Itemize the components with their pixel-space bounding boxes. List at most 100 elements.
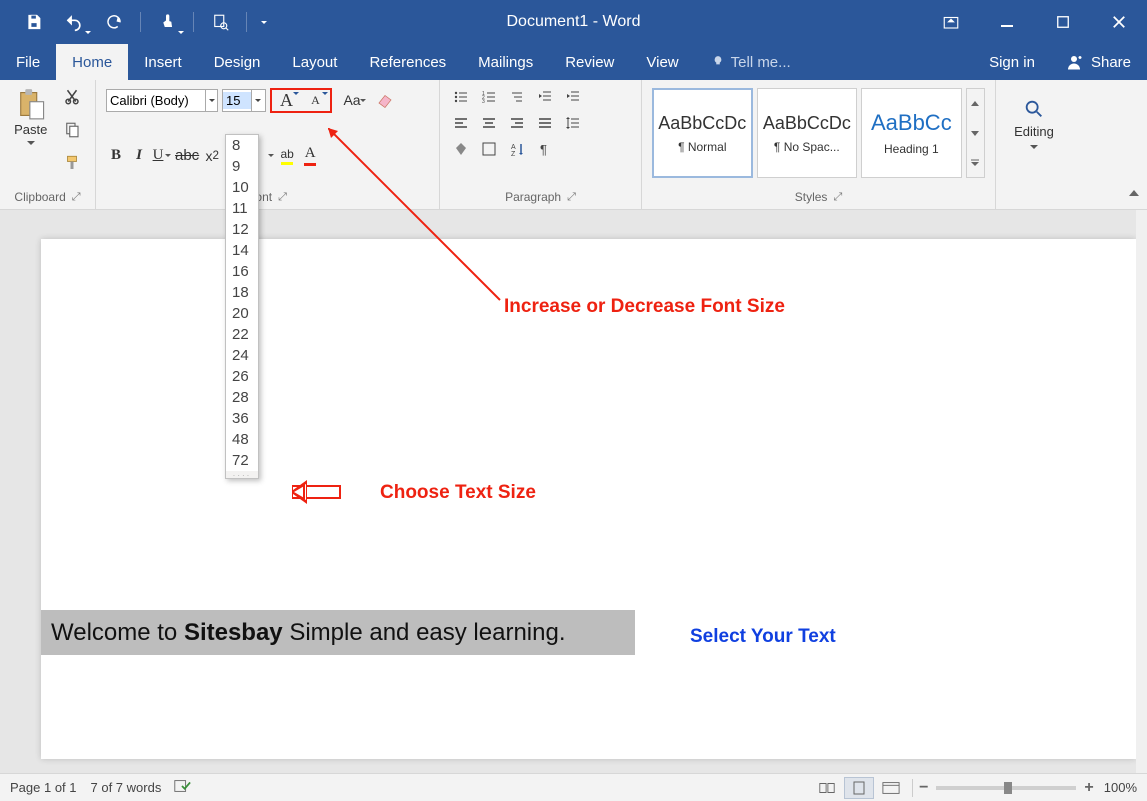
font-dialog-launcher[interactable]: ⤢: [278, 191, 287, 204]
font-size-option[interactable]: 11: [226, 198, 258, 219]
sign-in-link[interactable]: Sign in: [975, 44, 1049, 80]
font-color-button[interactable]: A: [300, 144, 320, 168]
font-size-input[interactable]: [223, 92, 251, 109]
font-size-option[interactable]: 24: [226, 345, 258, 366]
read-mode-icon[interactable]: [812, 777, 842, 799]
italic-button[interactable]: I: [129, 144, 149, 168]
spellcheck-icon[interactable]: [173, 778, 191, 797]
print-layout-icon[interactable]: [844, 777, 874, 799]
paste-button[interactable]: Paste: [6, 84, 55, 174]
styles-dialog-launcher[interactable]: ⤢: [833, 191, 842, 204]
font-size-option[interactable]: 36: [226, 408, 258, 429]
print-preview-icon[interactable]: [200, 0, 240, 44]
highlight-color-button[interactable]: ab: [277, 144, 297, 168]
numbered-list-icon[interactable]: 123: [478, 86, 500, 108]
font-size-option[interactable]: 16: [226, 261, 258, 282]
font-size-option[interactable]: 14: [226, 240, 258, 261]
clipboard-dialog-launcher[interactable]: ⤢: [72, 191, 81, 204]
font-size-dropdown-icon[interactable]: [251, 90, 263, 111]
font-size-option[interactable]: 18: [226, 282, 258, 303]
bullet-list-icon[interactable]: [450, 86, 472, 108]
svg-text:3: 3: [482, 99, 485, 105]
subscript-button[interactable]: x2: [202, 144, 222, 168]
font-size-combo[interactable]: [222, 89, 266, 112]
font-size-option[interactable]: 72: [226, 450, 258, 471]
editing-button[interactable]: Editing: [1002, 84, 1066, 149]
tab-insert[interactable]: Insert: [128, 44, 198, 80]
customize-qat-icon[interactable]: [253, 0, 275, 44]
quick-access-toolbar: [0, 0, 275, 44]
styles-gallery-nav[interactable]: [966, 88, 985, 178]
decrease-indent-icon[interactable]: [534, 86, 556, 108]
ribbon-display-options-icon[interactable]: [923, 0, 979, 44]
line-spacing-icon[interactable]: [562, 112, 584, 134]
font-size-option[interactable]: 20: [226, 303, 258, 324]
web-layout-icon[interactable]: [876, 777, 906, 799]
styles-more-icon[interactable]: [967, 148, 984, 177]
strikethrough-button[interactable]: abc: [175, 144, 199, 168]
vertical-scrollbar[interactable]: [1136, 210, 1147, 773]
tab-layout[interactable]: Layout: [276, 44, 353, 80]
font-size-option[interactable]: 48: [226, 429, 258, 450]
font-name-input[interactable]: [107, 92, 205, 109]
tab-mailings[interactable]: Mailings: [462, 44, 549, 80]
copy-icon[interactable]: [63, 121, 81, 144]
status-words[interactable]: 7 of 7 words: [91, 780, 162, 795]
font-size-option[interactable]: 12: [226, 219, 258, 240]
tab-review[interactable]: Review: [549, 44, 630, 80]
increase-indent-icon[interactable]: [562, 86, 584, 108]
redo-icon[interactable]: [94, 0, 134, 44]
font-size-option[interactable]: 26: [226, 366, 258, 387]
maximize-icon[interactable]: [1035, 0, 1091, 44]
group-styles: AaBbCcDc ¶ Normal AaBbCcDc ¶ No Spac... …: [642, 80, 996, 209]
styles-group-label: Styles: [795, 190, 828, 204]
styles-down-icon[interactable]: [967, 118, 984, 147]
touch-mode-icon[interactable]: [147, 0, 187, 44]
collapse-ribbon-icon[interactable]: [1127, 186, 1141, 205]
font-size-option[interactable]: 8: [226, 135, 258, 156]
change-case-button[interactable]: Aa: [336, 88, 368, 113]
font-name-dropdown-icon[interactable]: [205, 90, 217, 111]
tab-home[interactable]: Home: [56, 44, 128, 80]
styles-up-icon[interactable]: [967, 89, 984, 118]
zoom-out-icon[interactable]: −: [919, 779, 928, 797]
font-size-option[interactable]: 10: [226, 177, 258, 198]
shrink-font-button[interactable]: A: [301, 90, 330, 111]
cut-icon[interactable]: [63, 88, 81, 111]
annotation-grow-shrink: Increase or Decrease Font Size: [504, 296, 785, 318]
minimize-icon[interactable]: [979, 0, 1035, 44]
paragraph-dialog-launcher[interactable]: ⤢: [567, 191, 576, 204]
close-icon[interactable]: [1091, 0, 1147, 44]
tab-references[interactable]: References: [353, 44, 462, 80]
font-size-option[interactable]: 28: [226, 387, 258, 408]
bold-button[interactable]: B: [106, 144, 126, 168]
style-normal[interactable]: AaBbCcDc ¶ Normal: [652, 88, 753, 178]
format-painter-icon[interactable]: [63, 154, 81, 177]
tab-design[interactable]: Design: [198, 44, 277, 80]
sort-icon[interactable]: AZ: [506, 138, 528, 160]
clear-formatting-icon[interactable]: [372, 88, 398, 113]
justify-icon[interactable]: [534, 112, 556, 134]
style-no-spacing[interactable]: AaBbCcDc ¶ No Spac...: [757, 88, 858, 178]
zoom-slider[interactable]: [936, 786, 1076, 790]
status-page[interactable]: Page 1 of 1: [10, 780, 77, 795]
tab-view[interactable]: View: [630, 44, 694, 80]
font-name-combo[interactable]: [106, 89, 218, 112]
tell-me-search[interactable]: Tell me...: [695, 44, 807, 80]
document-selected-text[interactable]: Welcome to Sitesbay Simple and easy lear…: [41, 610, 635, 655]
show-marks-icon[interactable]: ¶: [534, 138, 556, 160]
underline-button[interactable]: U: [152, 144, 172, 168]
font-size-option[interactable]: 9: [226, 156, 258, 177]
grow-font-button[interactable]: A: [272, 90, 301, 111]
undo-icon[interactable]: [54, 0, 94, 44]
align-right-icon[interactable]: [506, 112, 528, 134]
font-size-option[interactable]: 22: [226, 324, 258, 345]
save-icon[interactable]: [14, 0, 54, 44]
zoom-level[interactable]: 100%: [1104, 780, 1137, 795]
share-button[interactable]: Share: [1049, 44, 1147, 80]
dropdown-resize-handle[interactable]: ····: [226, 471, 258, 478]
style-heading-1[interactable]: AaBbCc Heading 1: [861, 88, 962, 178]
multilevel-list-icon[interactable]: [506, 86, 528, 108]
tab-file[interactable]: File: [0, 44, 56, 80]
zoom-in-icon[interactable]: +: [1084, 779, 1093, 797]
